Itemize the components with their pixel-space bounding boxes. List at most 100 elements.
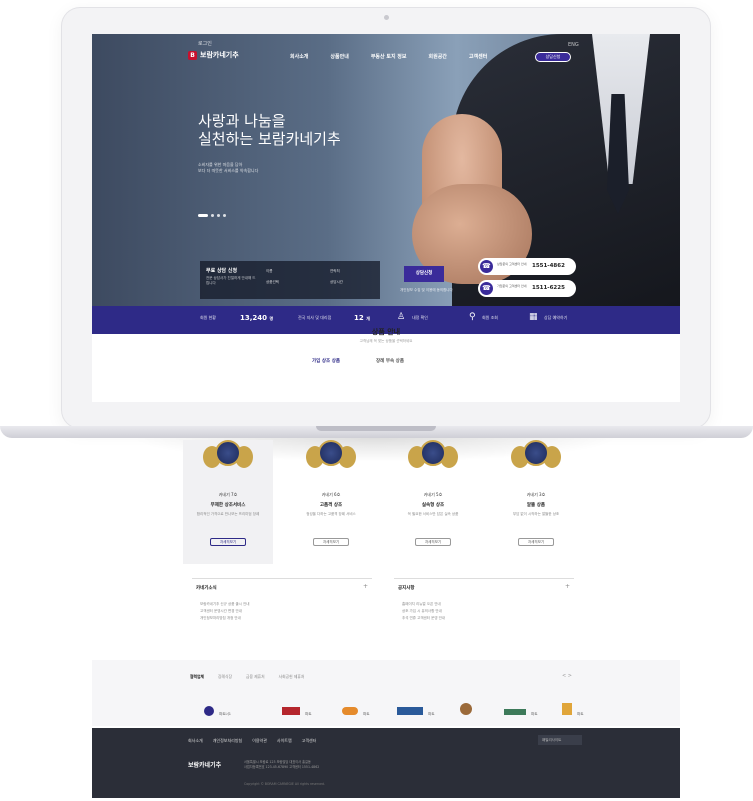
partner-logo[interactable]: 파트너1 bbox=[204, 700, 254, 716]
phone-card-join[interactable]: ☎ 가입문의 고객센터 안내 1511-6225 bbox=[478, 280, 576, 297]
product-card[interactable]: 카네기 3호 알뜰 상품 부담 없이 시작하는 알뜰한 상조 자세히보기 bbox=[491, 440, 581, 564]
product-card[interactable]: 카네기 7호 무제한 상조서비스 합리적인 가격으로 만나보는 프리미엄 장례 … bbox=[183, 440, 273, 564]
partner-logo-icon bbox=[504, 709, 526, 715]
time-field[interactable]: 상담시간 bbox=[330, 280, 343, 285]
consult-form: 무료 상담 신청 전문 상담사가 친절하게 안내해 드립니다 이름 상품선택 연… bbox=[200, 261, 380, 299]
tab-subscription[interactable]: 가입 상조 상품 bbox=[312, 358, 340, 364]
partner-logo[interactable]: 파트너4 bbox=[397, 700, 437, 735]
branches-unit: 개 bbox=[366, 316, 370, 321]
list-item[interactable]: 추석 연휴 고객센터 운영 안내 bbox=[402, 615, 445, 622]
product-card[interactable]: 카네기 6호 고품격 상조 정성을 다하는 고품격 장례 서비스 자세히보기 bbox=[286, 440, 376, 564]
footer-link[interactable]: 사이트맵 bbox=[277, 738, 292, 744]
branches-number: 12 bbox=[354, 314, 364, 322]
footer-links: 회사소개 개인정보처리방침 이용약관 사이트맵 고객센터 bbox=[188, 738, 316, 744]
list-item[interactable]: 개인정보처리방침 개정 안내 bbox=[200, 615, 250, 622]
partner-logo-icon bbox=[282, 707, 300, 715]
phone-field[interactable]: 연락처 bbox=[330, 269, 343, 274]
nav-item-realestate[interactable]: 부동산 토지 정보 bbox=[371, 53, 407, 60]
language-link[interactable]: ENG bbox=[568, 42, 579, 48]
product-field[interactable]: 상품선택 bbox=[266, 280, 279, 285]
product-detail-button[interactable]: 자세히보기 bbox=[415, 538, 451, 546]
product-title: 실속형 상조 bbox=[421, 503, 445, 508]
slider-dot[interactable] bbox=[217, 214, 220, 217]
hero-title-line1: 사랑과 나눔을 bbox=[198, 112, 286, 130]
product-detail-button[interactable]: 자세히보기 bbox=[518, 538, 554, 546]
product-label: 카네기 5호 bbox=[423, 492, 443, 497]
product-title: 고품격 상조 bbox=[319, 503, 343, 508]
list-item[interactable]: 고객센터 운영시간 변경 안내 bbox=[200, 608, 250, 615]
partner-logo[interactable]: 파트너2 bbox=[282, 700, 312, 735]
partner-logo-text: 파트너1 bbox=[219, 712, 231, 716]
stats-link-3[interactable]: 상담 예약하기 bbox=[544, 315, 567, 321]
name-field[interactable]: 이름 bbox=[266, 269, 279, 274]
consult-title: 무료 상담 신청 bbox=[206, 268, 238, 274]
slider-dot-active[interactable] bbox=[198, 214, 208, 217]
hero-title-line2: 실천하는 보람카네기추 bbox=[198, 130, 341, 148]
consult-header-button[interactable]: 상담신청 bbox=[535, 52, 571, 62]
partner-tab[interactable]: 금융 제휴처 bbox=[246, 674, 265, 680]
medal-icon bbox=[511, 440, 561, 476]
apply-button[interactable]: 상담신청 bbox=[404, 266, 444, 282]
list-item[interactable]: 보람카네기추 신규 상품 출시 안내 bbox=[200, 601, 250, 608]
more-plus-icon[interactable]: + bbox=[565, 583, 570, 590]
tab-funeral[interactable]: 장례 부속 상품 bbox=[376, 358, 404, 364]
partner-tab[interactable]: 협력업체 bbox=[190, 674, 204, 680]
partner-logo[interactable]: 파트너7 bbox=[562, 700, 586, 735]
list-item[interactable]: 상조 가입 시 유의사항 안내 bbox=[402, 608, 445, 615]
product-label: 카네기 3호 bbox=[526, 492, 546, 497]
footer-link[interactable]: 고객센터 bbox=[302, 738, 317, 744]
partner-logo[interactable]: 파트너5 bbox=[460, 700, 480, 735]
footer-link[interactable]: 회사소개 bbox=[188, 738, 203, 744]
family-site-select[interactable]: 패밀리사이트 bbox=[538, 735, 582, 745]
footer-link[interactable]: 개인정보처리방침 bbox=[213, 738, 242, 744]
partner-logo-icon bbox=[562, 703, 572, 715]
slider-dot[interactable] bbox=[211, 214, 214, 217]
hero-banner: 로그인 B 보람카네기추 회사소개 상품안내 부동산 토지 정보 회원공간 고객… bbox=[92, 34, 680, 306]
phone-label: 가입문의 고객센터 안내 bbox=[497, 284, 527, 288]
laptop-notch bbox=[316, 426, 436, 431]
partner-logo[interactable]: 파트너3 bbox=[342, 700, 372, 735]
product-desc: 정성을 다하는 고품격 장례 서비스 bbox=[306, 512, 356, 516]
list-item[interactable]: 홈페이지 리뉴얼 오픈 안내 bbox=[402, 601, 445, 608]
phone-label: 상담문의 고객센터 안내 bbox=[497, 262, 527, 266]
partner-tab[interactable]: 사회공헌 제휴처 bbox=[279, 674, 305, 680]
site-logo[interactable]: B 보람카네기추 bbox=[188, 50, 239, 60]
nav-item-support[interactable]: 고객센터 bbox=[469, 53, 487, 60]
laptop-screen: 로그인 B 보람카네기추 회사소개 상품안내 부동산 토지 정보 회원공간 고객… bbox=[92, 34, 680, 402]
hero-sub-line2: 보다 더 따뜻한 서비스를 약속합니다 bbox=[198, 168, 259, 173]
site-footer: 회사소개 개인정보처리방침 이용약관 사이트맵 고객센터 패밀리사이트 보람카네… bbox=[92, 728, 680, 798]
product-card[interactable]: 카네기 5호 실속형 상조 꼭 필요한 서비스만 담은 실속 상품 자세히보기 bbox=[388, 440, 478, 564]
product-tabs: 가입 상조 상품 장례 부속 상품 bbox=[312, 358, 404, 364]
consult-desc: 전문 상담사가 친절하게 안내해 드립니다 bbox=[206, 276, 256, 285]
partner-tab[interactable]: 장례식장 bbox=[218, 674, 232, 680]
user-search-icon: ⚲ bbox=[469, 312, 476, 322]
nav-item-members[interactable]: 회원공간 bbox=[429, 53, 447, 60]
phone-number: 1511-6225 bbox=[532, 285, 565, 291]
stats-link-1[interactable]: 내정 확인 bbox=[412, 315, 428, 321]
nav-item-products[interactable]: 상품안내 bbox=[330, 53, 348, 60]
footer-info-line: 사업자등록번호 123-45-67890 고객센터 1551-4862 bbox=[244, 765, 320, 769]
agree-checkbox[interactable]: 개인정보 수집 및 이용에 동의합니다 bbox=[400, 288, 453, 293]
partner-logo-icon bbox=[460, 703, 472, 715]
login-link[interactable]: 로그인 bbox=[198, 40, 212, 47]
hero-subtitle: 소비자를 위한 마음을 담아 보다 더 따뜻한 서비스를 약속합니다 bbox=[198, 162, 308, 174]
consult-fields-left: 이름 상품선택 bbox=[266, 269, 279, 291]
phone-icon: ☎ bbox=[480, 282, 493, 295]
phone-card-consult[interactable]: ☎ 상담문의 고객센터 안내 1551-4862 bbox=[478, 258, 576, 275]
members-number: 13,240 bbox=[240, 314, 268, 322]
product-detail-button[interactable]: 자세히보기 bbox=[313, 538, 349, 546]
more-plus-icon[interactable]: + bbox=[363, 583, 368, 590]
nav-item-company[interactable]: 회사소개 bbox=[290, 53, 308, 60]
notice-panel: 공지사항 + 홈페이지 리뉴얼 오픈 안내 상조 가입 시 유의사항 안내 추석… bbox=[394, 578, 574, 634]
slider-dot[interactable] bbox=[223, 214, 226, 217]
stats-link-2[interactable]: 회원 조회 bbox=[482, 315, 498, 321]
footer-link[interactable]: 이용약관 bbox=[252, 738, 267, 744]
person-icon: ♙ bbox=[397, 312, 406, 322]
partner-carousel-arrows[interactable]: < > bbox=[562, 673, 572, 679]
product-title: 알뜰 상품 bbox=[526, 503, 546, 508]
medal-icon bbox=[306, 440, 356, 476]
medal-icon bbox=[408, 440, 458, 476]
product-detail-button[interactable]: 자세히보기 bbox=[210, 538, 246, 546]
partner-logo[interactable]: 파트너6 bbox=[504, 700, 540, 735]
news-title: 카네기소식 bbox=[196, 586, 217, 591]
